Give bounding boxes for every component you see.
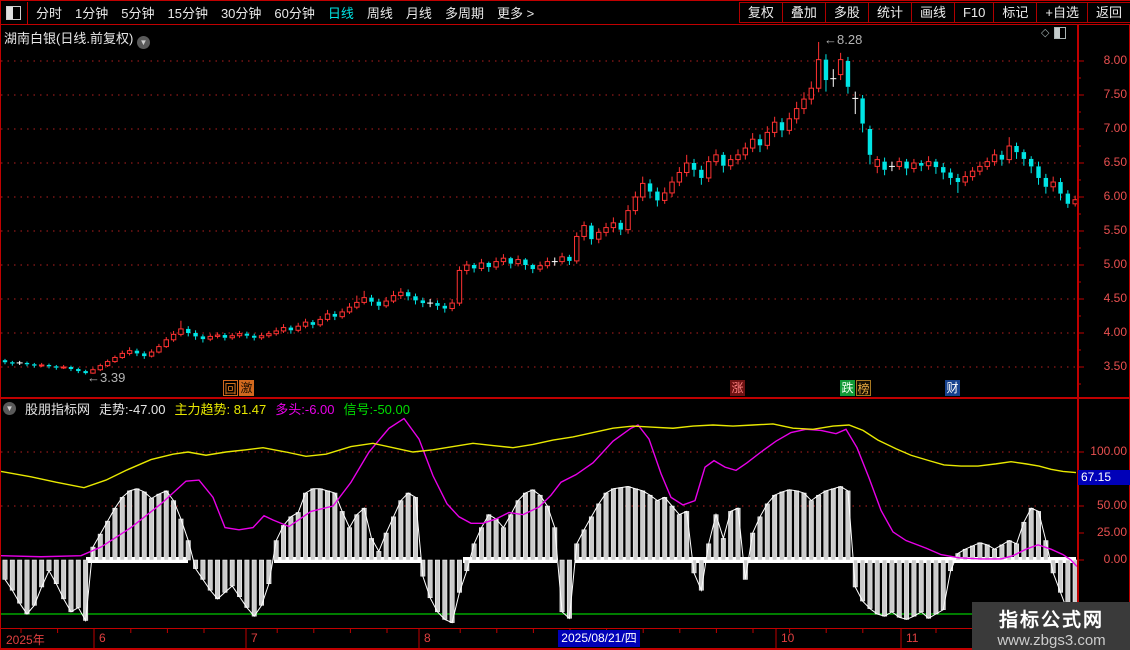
- price-axis-label: 7.50: [1103, 87, 1127, 101]
- period-menu-item[interactable]: 30分钟: [221, 3, 261, 22]
- watermark: 指标公式网 www.zbgs3.com: [972, 602, 1130, 650]
- price-axis-label: 6.50: [1103, 155, 1127, 169]
- indicator-header-item: 信号:-50.00: [343, 402, 410, 417]
- signal-marker-榜: 榜: [856, 380, 871, 396]
- period-menu-item[interactable]: 5分钟: [121, 3, 154, 22]
- date-axis-label: 7: [251, 631, 258, 645]
- period-menu-item[interactable]: 60分钟: [274, 3, 314, 22]
- window-layout-icon[interactable]: [6, 5, 21, 20]
- signal-marker-财: 财: [945, 380, 960, 396]
- period-menu-item[interactable]: 月线: [406, 3, 432, 22]
- indicator-axis-label: 100.00: [1090, 444, 1127, 458]
- indicator-header-item: 主力趋势: 81.47: [174, 402, 267, 417]
- period-menu: 分时 1分钟 5分钟 15分钟 30分钟 60分钟 日线 周线 月线 多周期 更多 >: [36, 3, 534, 22]
- chevron-down-icon[interactable]: ▼: [136, 36, 150, 49]
- split-view-icon[interactable]: [1054, 26, 1067, 39]
- toolbar-menu: 复权 叠加 多股 统计 画线 F10 标记 +自选 返回: [738, 2, 1130, 23]
- chart-title: 湖南白银(日线.前复权): [4, 31, 134, 46]
- toolbar-button[interactable]: 返回: [1086, 2, 1130, 23]
- toolbar-button[interactable]: 复权: [738, 2, 782, 23]
- date-axis-label: 8: [424, 631, 431, 645]
- indicator-axis-label: 50.00: [1096, 498, 1127, 512]
- period-menu-item[interactable]: 日线: [328, 3, 354, 22]
- date-axis-label: 6: [99, 631, 106, 645]
- price-axis-label: 5.50: [1103, 223, 1127, 237]
- period-menu-item[interactable]: 周线: [367, 3, 393, 22]
- toolbar-button[interactable]: 画线: [910, 2, 954, 23]
- period-menu-item[interactable]: 多周期: [445, 3, 484, 22]
- cursor-value-badge: 67.15: [1078, 470, 1130, 485]
- price-axis-label: 4.50: [1103, 291, 1127, 305]
- date-axis-label: 11: [906, 631, 919, 645]
- date-axis-label: 10: [781, 631, 795, 645]
- indicator-axis-label: 25.00: [1096, 525, 1127, 539]
- watermark-url: www.zbgs3.com: [997, 632, 1106, 649]
- chart-title-row: 湖南白银(日线.前复权) ▼: [4, 28, 150, 49]
- high-price-annotation: ←8.28: [824, 31, 863, 47]
- toolbar-button[interactable]: 叠加: [781, 2, 825, 23]
- price-axis-label: 5.00: [1103, 257, 1127, 271]
- low-price-annotation: ←3.39: [87, 369, 126, 385]
- price-axis-label: 7.00: [1103, 121, 1127, 135]
- price-axis-label: 3.50: [1103, 359, 1127, 373]
- app-window: 分时 1分钟 5分钟 15分钟 30分钟 60分钟 日线 周线 月线 多周期 更多 > 复权 叠加 多股…: [0, 0, 1130, 650]
- watermark-title: 指标公式网: [998, 610, 1104, 631]
- indicator-header-item: 股朋指标网: [25, 402, 91, 417]
- indicator-axis-label: 0.00: [1103, 552, 1127, 566]
- signal-marker-回: 回: [223, 380, 238, 396]
- toolbar-button[interactable]: 统计: [867, 2, 911, 23]
- date-axis-label: 2025年: [6, 633, 45, 647]
- toolbar-button[interactable]: 标记: [993, 2, 1037, 23]
- period-menu-item[interactable]: 分时: [36, 3, 62, 22]
- cursor-date-badge: 2025/08/21/四: [558, 630, 640, 647]
- toolbar-button[interactable]: +自选: [1036, 2, 1087, 23]
- chart-corner-icons: ◇: [1041, 26, 1067, 39]
- chart-canvas[interactable]: [1, 1, 1130, 650]
- signal-marker-跌: 跌: [840, 380, 855, 396]
- indicator-header-item: 多头:-6.00: [275, 402, 335, 417]
- period-menu-item[interactable]: 1分钟: [75, 3, 108, 22]
- period-menu-item[interactable]: 更多 >: [497, 3, 534, 22]
- menu-divider: [27, 1, 28, 24]
- toolbar-button[interactable]: F10: [953, 2, 994, 23]
- axis-separator: [1, 628, 1130, 629]
- indicator-header: ▼ 股朋指标网 走势:-47.00 主力趋势: 81.47 多头:-6.00 信号:-5…: [3, 399, 410, 418]
- indicator-header-item: 走势:-47.00: [99, 402, 166, 417]
- price-axis-label: 6.00: [1103, 189, 1127, 203]
- signal-marker-涨: 涨: [730, 380, 745, 396]
- price-axis-label: 8.00: [1103, 53, 1127, 67]
- diamond-icon[interactable]: ◇: [1041, 26, 1049, 39]
- toolbar-button[interactable]: 多股: [824, 2, 868, 23]
- signal-marker-激: 激: [239, 380, 254, 396]
- chevron-down-icon[interactable]: ▼: [3, 402, 16, 415]
- top-menubar: 分时 1分钟 5分钟 15分钟 30分钟 60分钟 日线 周线 月线 多周期 更多 > 复权 叠加 多股…: [1, 1, 1130, 25]
- indicator-values: 股朋指标网 走势:-47.00 主力趋势: 81.47 多头:-6.00 信号:-50.…: [25, 399, 410, 418]
- period-menu-item[interactable]: 15分钟: [167, 3, 207, 22]
- price-axis-label: 4.00: [1103, 325, 1127, 339]
